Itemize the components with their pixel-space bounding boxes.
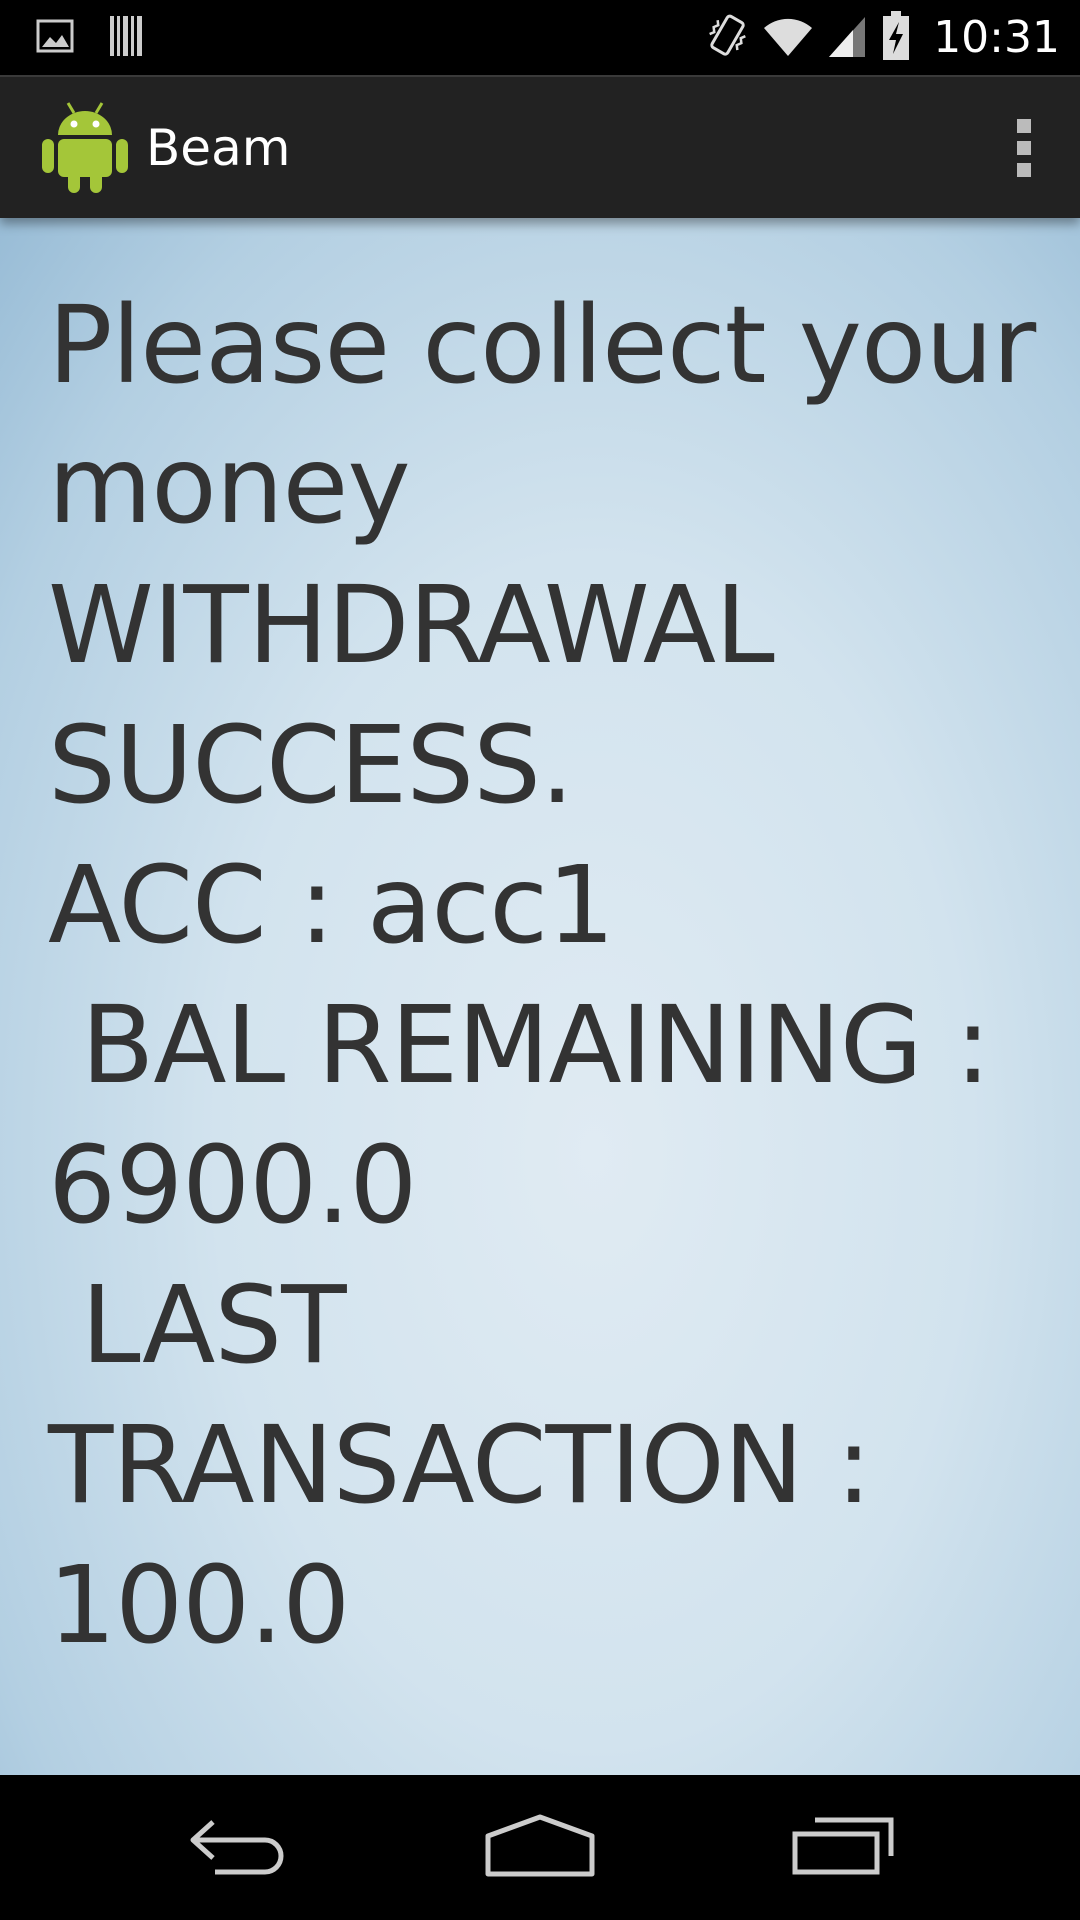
back-button[interactable]	[160, 1793, 320, 1903]
screen: 10:31 Beam Please collect your money WIT…	[0, 0, 1080, 1920]
transaction-message: Please collect your money WITHDRAWAL SUC…	[48, 284, 1036, 1668]
status-bar: 10:31	[0, 0, 1080, 75]
home-icon	[484, 1814, 596, 1882]
clock: 10:31	[933, 12, 1060, 63]
battery-charging-icon	[881, 10, 911, 66]
notification-icons	[36, 14, 144, 62]
home-button[interactable]	[460, 1793, 620, 1903]
recents-icon	[791, 1816, 895, 1880]
gallery-icon	[36, 19, 74, 57]
android-icon[interactable]	[40, 99, 130, 195]
main-content: Please collect your money WITHDRAWAL SUC…	[0, 218, 1080, 1775]
navigation-bar	[0, 1775, 1080, 1920]
signal-icon	[827, 13, 867, 63]
app-title: Beam	[146, 119, 291, 177]
recents-button[interactable]	[763, 1793, 923, 1903]
system-icons: 10:31	[705, 8, 1060, 68]
action-bar: Beam	[0, 75, 1080, 218]
overflow-menu-icon[interactable]	[1004, 117, 1044, 179]
back-icon	[185, 1816, 295, 1880]
wifi-icon	[763, 14, 813, 62]
vibrate-icon	[705, 11, 749, 65]
barcode-icon	[108, 14, 144, 62]
